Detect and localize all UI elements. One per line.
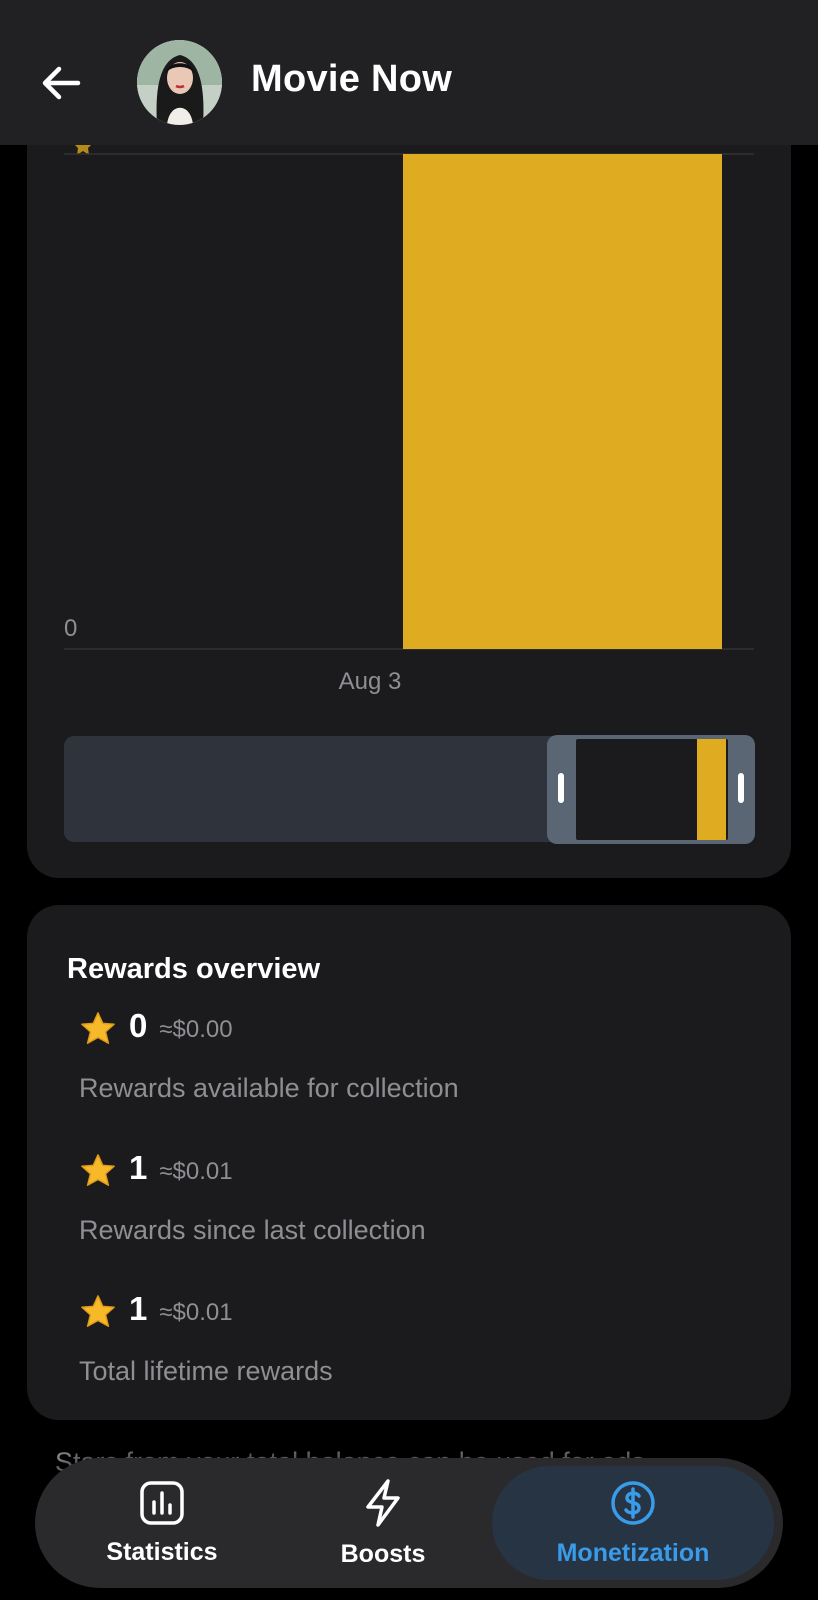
dollar-icon — [611, 1480, 655, 1525]
avatar[interactable] — [137, 40, 222, 125]
page-title: Movie Now — [251, 58, 453, 100]
y-tick-label: 0 — [64, 615, 77, 642]
reward-description: Total lifetime rewards — [79, 1356, 333, 1386]
reward-usd: ≈$0.01 — [159, 1158, 233, 1185]
reward-value: 1 — [129, 1290, 148, 1327]
star-icon — [81, 1154, 115, 1186]
tab-label: Monetization — [556, 1538, 710, 1567]
range-handle-right[interactable] — [738, 773, 744, 803]
tab-label: Statistics — [106, 1537, 218, 1566]
reward-available: 0 ≈$0.00 Rewards available for collectio… — [79, 1007, 459, 1104]
reward-lifetime: 1 ≈$0.01 Total lifetime rewards — [79, 1290, 333, 1387]
reward-usd: ≈$0.01 — [159, 1299, 233, 1326]
range-handle-left[interactable] — [558, 773, 564, 803]
rewards-overview-card: Rewards overview 0 ≈$0.00 Rewards availa… — [27, 905, 791, 1420]
range-preview — [576, 739, 728, 840]
reward-description: Rewards available for collection — [79, 1073, 459, 1103]
app-header: Movie Now — [0, 0, 818, 145]
statistics-icon — [140, 1480, 184, 1525]
reward-since-last: 1 ≈$0.01 Rewards since last collection — [79, 1149, 426, 1246]
star-icon — [81, 1295, 115, 1327]
lightning-icon — [366, 1478, 400, 1527]
reward-usd: ≈$0.00 — [159, 1016, 233, 1043]
range-selector-window[interactable] — [547, 735, 755, 844]
reward-value: 0 — [129, 1007, 148, 1044]
revenue-chart: 0 Aug 3 — [64, 136, 754, 695]
x-tick-label: Aug 3 — [339, 668, 402, 695]
tab-boosts[interactable]: Boosts — [273, 1458, 493, 1588]
back-button[interactable] — [36, 58, 86, 108]
star-icon — [81, 1012, 115, 1044]
range-preview-bar — [697, 739, 726, 840]
rewards-title: Rewards overview — [67, 953, 321, 985]
tab-label: Boosts — [340, 1539, 426, 1568]
reward-value: 1 — [129, 1149, 148, 1186]
bottom-navigation: Statistics Boosts Monetization — [35, 1458, 783, 1588]
chart-bar[interactable] — [403, 154, 722, 649]
back-arrow-icon — [42, 66, 81, 100]
tab-monetization[interactable]: Monetization — [492, 1466, 774, 1580]
reward-description: Rewards since last collection — [79, 1215, 426, 1245]
revenue-chart-card: 0 Aug 3 — [27, 60, 791, 878]
avatar-image — [137, 40, 222, 125]
tab-statistics[interactable]: Statistics — [52, 1458, 272, 1588]
